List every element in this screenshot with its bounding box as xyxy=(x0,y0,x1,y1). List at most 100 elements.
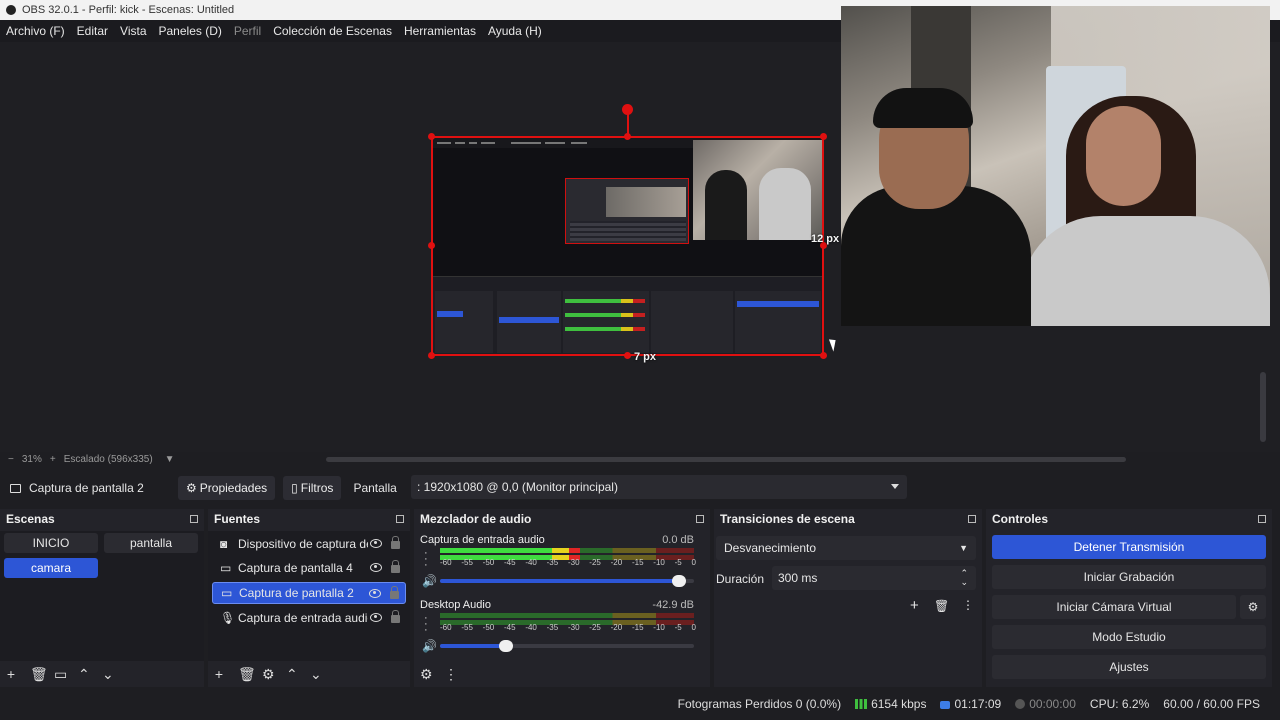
chevron-up-icon[interactable]: ⌃ xyxy=(78,666,90,683)
resize-handle-top-left[interactable] xyxy=(428,133,435,140)
speaker-icon[interactable]: 🔊 xyxy=(422,639,437,653)
preview-horizontal-scrollbar[interactable] xyxy=(326,457,1126,462)
source-item[interactable]: ◙ Dispositivo de captura de xyxy=(212,533,406,555)
selected-source-indicator: Captura de pantalla 2 xyxy=(10,481,178,495)
filters-label: Filtros xyxy=(300,481,334,495)
channel-db: 0.0 dB xyxy=(662,534,694,546)
trash-icon[interactable]: 🗑 xyxy=(30,666,48,683)
studio-mode-button[interactable]: Modo Estudio xyxy=(992,625,1266,649)
chevron-down-icon xyxy=(891,484,899,489)
duration-input[interactable]: 300 ms ⌃ ⌄ xyxy=(772,566,976,590)
rotation-handle[interactable] xyxy=(622,104,633,115)
screen-select[interactable]: : 1920x1080 @ 0,0 (Monitor principal) xyxy=(411,475,907,499)
monitor-icon: ▭ xyxy=(221,586,233,600)
undock-icon[interactable] xyxy=(396,515,404,523)
channel-name: Captura de entrada audio xyxy=(420,534,545,546)
stop-streaming-button[interactable]: Detener Transmisión xyxy=(992,535,1266,559)
undock-icon[interactable] xyxy=(1258,515,1266,523)
trash-icon[interactable]: 🗑 xyxy=(238,666,256,683)
channel-menu-icon[interactable]: · · · xyxy=(424,548,428,571)
start-virtual-camera-button[interactable]: Iniciar Cámara Virtual xyxy=(992,595,1236,619)
menu-coleccion[interactable]: Colección de Escenas xyxy=(273,24,392,38)
resize-handle-bottom-right[interactable] xyxy=(820,352,827,359)
visibility-eye-icon[interactable] xyxy=(370,539,382,548)
menu-ayuda[interactable]: Ayuda (H) xyxy=(488,24,542,38)
filter-icon[interactable]: ▭ xyxy=(54,666,67,683)
fps-indicator: 60.00 / 60.00 FPS xyxy=(1163,697,1260,711)
trash-icon[interactable]: 🗑 xyxy=(934,599,949,613)
visibility-eye-icon[interactable] xyxy=(370,563,382,572)
lock-icon[interactable] xyxy=(391,536,400,549)
lock-icon[interactable] xyxy=(391,610,400,623)
lock-icon[interactable] xyxy=(391,560,400,573)
source-item-selected[interactable]: ▭ Captura de pantalla 2 xyxy=(212,582,406,604)
filters-button[interactable]: ▯ Filtros xyxy=(283,476,342,500)
gear-icon[interactable]: ⚙ xyxy=(262,666,275,683)
source-item[interactable]: ▭ Captura de pantalla 4 xyxy=(212,557,406,579)
scenes-toolbar: + 🗑 ▭ ⌃ ⌄ xyxy=(0,661,204,687)
signal-icon xyxy=(855,699,868,709)
volume-slider[interactable] xyxy=(440,575,694,587)
scene-camara[interactable]: camara xyxy=(4,558,98,578)
scale-mode-label[interactable]: Escalado (596x335) xyxy=(64,454,153,465)
menu-archivo[interactable]: Archivo (F) xyxy=(6,24,65,38)
more-options-icon[interactable]: ⋮ xyxy=(444,666,458,683)
volume-slider[interactable] xyxy=(440,640,694,652)
add-icon[interactable]: + xyxy=(214,666,224,682)
visibility-eye-icon[interactable] xyxy=(369,589,381,598)
channel-menu-icon[interactable]: · · · xyxy=(424,613,428,636)
cpu-usage: CPU: 6.2% xyxy=(1089,697,1150,711)
microphone-icon: 🎙 xyxy=(220,611,236,625)
menu-editar[interactable]: Editar xyxy=(77,24,108,38)
duration-value: 300 ms xyxy=(778,571,818,585)
resize-handle-bottom[interactable] xyxy=(624,352,631,359)
menu-paneles[interactable]: Paneles (D) xyxy=(159,24,222,38)
add-icon[interactable]: + xyxy=(910,597,919,614)
chevron-down-icon[interactable]: ⌄ xyxy=(310,666,322,683)
more-options-icon[interactable]: ⋮ xyxy=(962,598,974,612)
settings-button[interactable]: Ajustes xyxy=(992,655,1266,679)
advanced-audio-icon[interactable]: ⚙ xyxy=(420,666,433,683)
stepper-arrows-icon[interactable]: ⌃ ⌄ xyxy=(960,569,968,587)
status-bar: Fotogramas Perdidos 0 (0.0%) 6154 kbps 0… xyxy=(0,692,1280,716)
visibility-eye-icon[interactable] xyxy=(370,613,382,622)
chevron-down-icon[interactable]: ⌄ xyxy=(102,666,114,683)
resize-handle-bottom-left[interactable] xyxy=(428,352,435,359)
resize-handle-top[interactable] xyxy=(624,133,631,140)
menu-perfil[interactable]: Perfil xyxy=(234,24,261,38)
menu-vista[interactable]: Vista xyxy=(120,24,146,38)
nested-preview xyxy=(565,178,689,244)
virtual-camera-settings-button[interactable]: ⚙ xyxy=(1240,595,1266,619)
properties-button[interactable]: ⚙ Propiedades xyxy=(178,476,276,500)
webcam-source[interactable] xyxy=(841,6,1270,326)
resize-handle-top-right[interactable] xyxy=(820,133,827,140)
undock-icon[interactable] xyxy=(696,515,704,523)
properties-label: Propiedades xyxy=(199,481,268,495)
start-recording-button[interactable]: Iniciar Grabación xyxy=(992,565,1266,589)
zoom-bar: − 31% + Escalado (596x335) ▼ xyxy=(0,451,320,467)
scene-inicio[interactable]: INICIO xyxy=(4,533,98,553)
mixer-channels: Captura de entrada audio 0.0 dB · · · -60-… xyxy=(414,531,710,661)
add-icon[interactable]: + xyxy=(6,666,16,682)
resize-handle-left[interactable] xyxy=(428,242,435,249)
scene-pantalla[interactable]: pantalla xyxy=(104,533,198,553)
undock-icon[interactable] xyxy=(968,515,976,523)
sources-toolbar: + 🗑 ⚙ ⌃ ⌄ xyxy=(208,661,410,687)
scale-mode-dropdown-icon[interactable]: ▼ xyxy=(165,454,175,465)
mixer-title: Mezclador de audio xyxy=(414,509,710,529)
zoom-out-button[interactable]: − xyxy=(8,454,14,465)
selected-screen-capture-source[interactable] xyxy=(431,136,824,356)
zoom-in-button[interactable]: + xyxy=(50,454,56,465)
meter-ticks: -60 -55 -50 -45 -40 -35 -30 -25 -20 -15 -10 -5 0 xyxy=(440,558,696,567)
speaker-icon[interactable]: 🔊 xyxy=(422,574,437,588)
chevron-up-icon[interactable]: ⌃ xyxy=(286,666,298,683)
transition-select[interactable]: Desvanecimiento ▼ xyxy=(716,536,976,560)
source-item[interactable]: 🎙 Captura de entrada audic xyxy=(212,607,406,629)
level-meter xyxy=(440,548,694,553)
mixer-channel: Captura de entrada audio 0.0 dB · · · -60-… xyxy=(420,534,700,588)
undock-icon[interactable] xyxy=(190,515,198,523)
preview-vertical-scrollbar[interactable] xyxy=(1260,372,1266,442)
lock-icon[interactable] xyxy=(390,586,399,599)
menu-herramientas[interactable]: Herramientas xyxy=(404,24,476,38)
nested-webcam-view xyxy=(693,140,822,240)
